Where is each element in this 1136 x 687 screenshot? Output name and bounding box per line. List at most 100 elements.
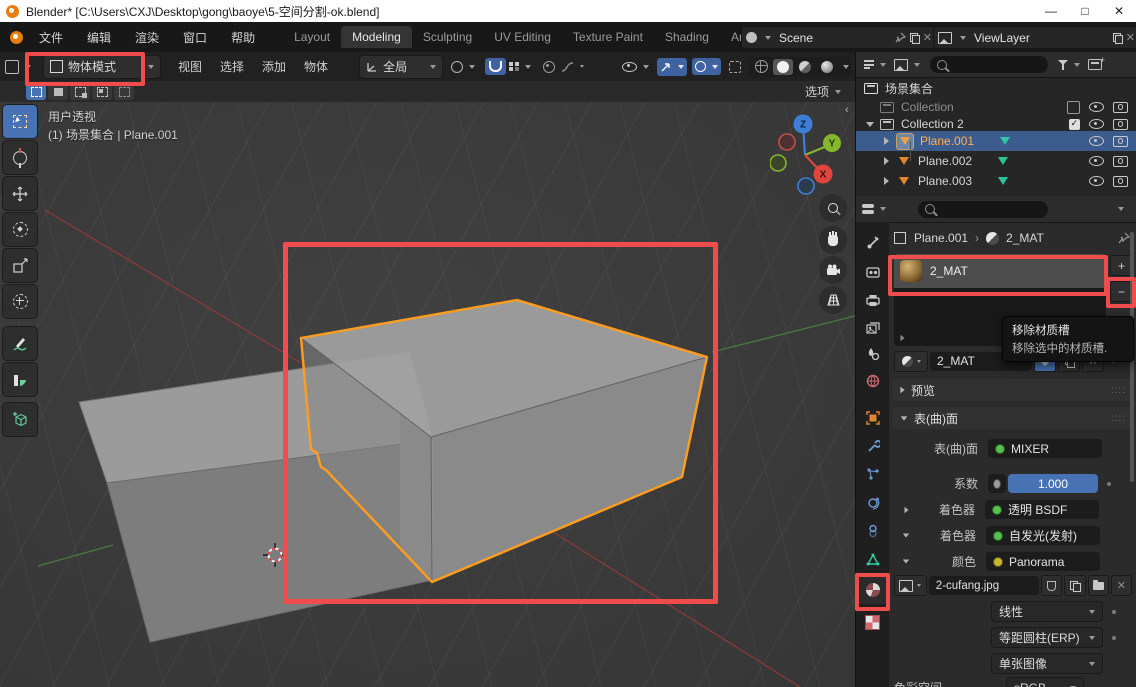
- tab-world[interactable]: [856, 367, 889, 395]
- render-camera-icon[interactable]: [1113, 102, 1128, 113]
- source-dropdown[interactable]: 单张图像: [991, 653, 1103, 674]
- outliner-filter-mode-dropdown[interactable]: [894, 59, 920, 71]
- hide-eye-icon[interactable]: [1089, 102, 1104, 112]
- tool-annotate[interactable]: [2, 326, 38, 361]
- render-camera-icon[interactable]: [1113, 119, 1128, 130]
- options-dropdown[interactable]: 选项: [805, 83, 841, 100]
- proportional-falloff-dropdown[interactable]: [561, 62, 584, 72]
- blender-menu-logo-icon[interactable]: [10, 31, 23, 44]
- close-button[interactable]: ✕: [1102, 0, 1136, 22]
- select-mode-lasso-button[interactable]: [92, 84, 112, 100]
- image-browse-dropdown[interactable]: [894, 575, 927, 596]
- projection-dropdown[interactable]: 等距圆柱(ERP): [991, 627, 1103, 648]
- tab-render[interactable]: [856, 258, 889, 286]
- minimize-button[interactable]: —: [1034, 0, 1068, 22]
- drag-grip-icon[interactable]: ::::: [1111, 413, 1126, 424]
- snap-magnet-toggle[interactable]: [485, 58, 506, 75]
- expand-icon[interactable]: [884, 177, 889, 185]
- viewlayer-name[interactable]: ViewLayer: [974, 31, 1030, 45]
- plane-002-label[interactable]: Plane.002: [918, 154, 972, 168]
- tool-move[interactable]: [2, 176, 38, 211]
- tab-physics[interactable]: [856, 489, 889, 517]
- expand-icon[interactable]: [884, 137, 889, 145]
- sidebar-collapse-icon[interactable]: ‹: [845, 104, 849, 116]
- tab-texture[interactable]: [856, 608, 889, 636]
- drag-grip-icon[interactable]: ::::: [1111, 385, 1126, 396]
- hide-eye-icon[interactable]: [1089, 176, 1104, 186]
- tab-constraints[interactable]: [856, 517, 889, 545]
- shader2-node-button[interactable]: 自发光(发射): [986, 526, 1100, 545]
- mesh-data-icon[interactable]: [998, 177, 1008, 185]
- outliner-row-scene-collection[interactable]: 场景集合: [856, 78, 1136, 98]
- tab-layout[interactable]: Layout: [283, 26, 341, 48]
- factor-slider[interactable]: 1.000: [1008, 474, 1098, 493]
- menu-render[interactable]: 渲染: [123, 29, 171, 46]
- copy-icon[interactable]: [910, 33, 919, 43]
- unlink-icon[interactable]: ✕: [923, 31, 932, 44]
- mesh-data-icon[interactable]: [1000, 137, 1010, 145]
- tool-scale[interactable]: [2, 248, 38, 283]
- chevron-down-icon[interactable]: [843, 65, 849, 69]
- proportional-edit-toggle[interactable]: [543, 61, 555, 73]
- orientation-dropdown[interactable]: 全局: [359, 55, 443, 79]
- surface-node-button[interactable]: MIXER: [988, 439, 1102, 458]
- outliner-row-plane-001[interactable]: Plane.001: [856, 131, 1136, 151]
- pin-icon[interactable]: [895, 32, 906, 43]
- tab-uv-editing[interactable]: UV Editing: [483, 26, 562, 48]
- collapse-icon[interactable]: [866, 122, 874, 127]
- tab-shading[interactable]: Shading: [654, 26, 720, 48]
- menu-object[interactable]: 物体: [295, 58, 337, 75]
- menu-help[interactable]: 帮助: [219, 29, 267, 46]
- pin-icon[interactable]: [1118, 232, 1130, 244]
- tab-tool[interactable]: [856, 228, 889, 256]
- outliner-search-input[interactable]: [930, 56, 1048, 73]
- list-filter-expand-icon[interactable]: [901, 335, 905, 341]
- new-collection-button[interactable]: +: [1088, 59, 1102, 70]
- render-camera-icon[interactable]: [1113, 176, 1128, 187]
- decorator-dot[interactable]: [1107, 482, 1111, 486]
- menu-view[interactable]: 视图: [169, 58, 211, 75]
- gizmo-minus-z[interactable]: [798, 178, 814, 194]
- panel-surface-header[interactable]: 表(曲)面 ::::: [892, 407, 1134, 429]
- properties-options-dropdown[interactable]: [1118, 207, 1124, 211]
- editor-type-button[interactable]: [5, 60, 31, 74]
- menu-edit[interactable]: 编辑: [75, 29, 123, 46]
- factor-socket-button[interactable]: [988, 474, 1006, 493]
- collapse-icon[interactable]: [903, 534, 909, 538]
- exclude-checkbox[interactable]: [1067, 101, 1080, 114]
- image-open-button[interactable]: [1088, 575, 1109, 596]
- shading-rendered-button[interactable]: [817, 59, 837, 75]
- hide-eye-icon[interactable]: [1089, 136, 1104, 146]
- image-name-field[interactable]: 2-cufang.jpg: [929, 576, 1039, 595]
- panel-preview-header[interactable]: 预览 ::::: [892, 379, 1134, 401]
- tab-object[interactable]: [856, 404, 889, 432]
- hide-eye-icon[interactable]: [1089, 119, 1104, 129]
- menu-window[interactable]: 窗口: [171, 29, 219, 46]
- viewport-scene[interactable]: [0, 102, 855, 687]
- decorator-dot[interactable]: [1112, 610, 1116, 614]
- render-camera-icon[interactable]: [1113, 156, 1128, 167]
- hide-eye-icon[interactable]: [1089, 156, 1104, 166]
- scene-name[interactable]: Scene: [779, 31, 813, 45]
- select-mode-circle-button[interactable]: [70, 84, 90, 100]
- copy-icon[interactable]: [1113, 33, 1122, 43]
- ortho-grid-button[interactable]: [819, 286, 847, 314]
- breadcrumb-material[interactable]: 2_MAT: [1006, 231, 1044, 245]
- camera-view-button[interactable]: [819, 256, 847, 284]
- tab-material[interactable]: [856, 576, 889, 604]
- tab-sculpting[interactable]: Sculpting: [412, 26, 483, 48]
- material-slot-row[interactable]: 2_MAT: [894, 254, 1106, 288]
- scene-collection-label[interactable]: 场景集合: [885, 80, 933, 97]
- interpolation-dropdown[interactable]: 线性: [991, 601, 1103, 622]
- shading-material-button[interactable]: [795, 59, 815, 75]
- maximize-button[interactable]: □: [1068, 0, 1102, 22]
- breadcrumb-object[interactable]: Plane.001: [914, 231, 968, 245]
- expand-icon[interactable]: [905, 506, 909, 512]
- exclude-checkbox[interactable]: [1069, 119, 1080, 130]
- tool-measure[interactable]: [2, 362, 38, 397]
- tab-output[interactable]: [856, 286, 889, 314]
- tab-scene[interactable]: [856, 340, 889, 368]
- collapse-icon[interactable]: [903, 560, 909, 564]
- visibility-dropdown[interactable]: [622, 62, 649, 72]
- outliner-row-plane-002[interactable]: Plane.002: [856, 151, 1136, 171]
